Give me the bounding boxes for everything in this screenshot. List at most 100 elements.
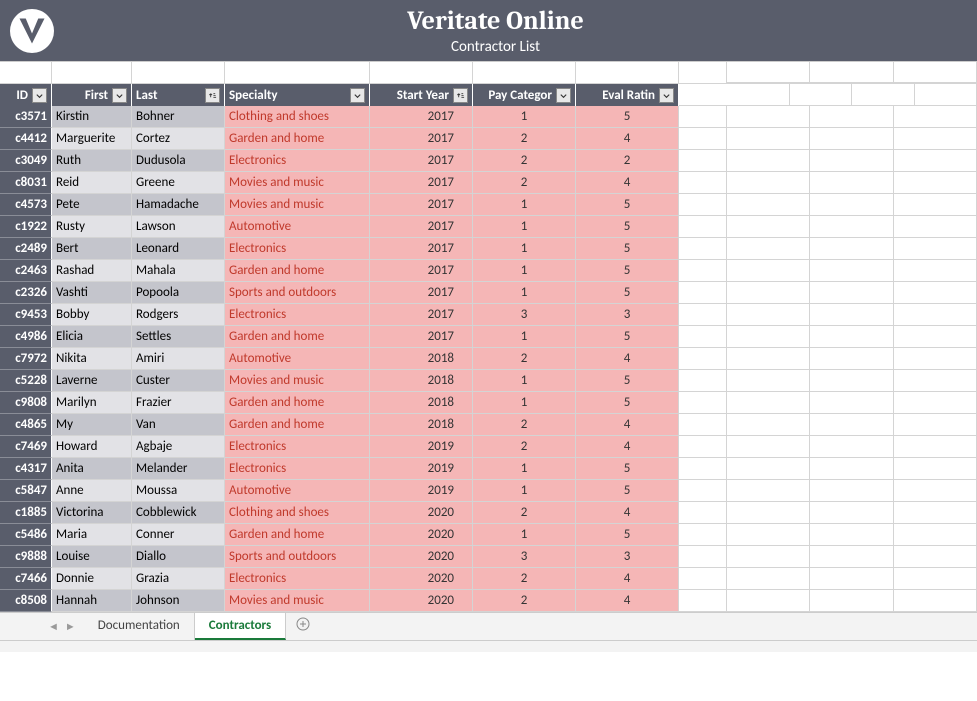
cell-last[interactable]: Van (132, 414, 225, 436)
cell-start-year[interactable]: 2019 (370, 436, 473, 458)
cell-start-year[interactable]: 2019 (370, 458, 473, 480)
cell-eval-rating[interactable]: 4 (576, 502, 679, 524)
cell-specialty[interactable]: Movies and music (225, 172, 370, 194)
table-row[interactable]: c9808MarilynFrazierGarden and home201815 (0, 392, 977, 414)
cell-first[interactable]: Elicia (52, 326, 132, 348)
empty-cell[interactable] (679, 502, 727, 524)
empty-cell[interactable] (679, 524, 727, 546)
cell-id[interactable]: c4986 (0, 326, 52, 348)
column-header-last[interactable]: Last (132, 84, 225, 106)
cell-specialty[interactable]: Garden and home (225, 392, 370, 414)
table-row[interactable]: c7466DonnieGraziaElectronics202024 (0, 568, 977, 590)
cell-last[interactable]: Rodgers (132, 304, 225, 326)
cell-id[interactable]: c9453 (0, 304, 52, 326)
cell-eval-rating[interactable]: 4 (576, 436, 679, 458)
spreadsheet-grid[interactable]: IDFirstLastSpecialtyStart YearPay Catego… (0, 62, 977, 612)
cell-start-year[interactable]: 2017 (370, 128, 473, 150)
cell-id[interactable]: c3049 (0, 150, 52, 172)
cell-start-year[interactable]: 2018 (370, 370, 473, 392)
cell-specialty[interactable]: Electronics (225, 436, 370, 458)
sheet-tab-contractors[interactable]: Contractors (195, 613, 286, 640)
cell-id[interactable]: c5228 (0, 370, 52, 392)
cell-id[interactable]: c5486 (0, 524, 52, 546)
cell-pay-category[interactable]: 1 (473, 282, 576, 304)
tab-nav-arrows[interactable]: ◄ ► (40, 620, 84, 633)
cell-pay-category[interactable]: 2 (473, 348, 576, 370)
cell-start-year[interactable]: 2020 (370, 590, 473, 612)
cell-id[interactable]: c3571 (0, 106, 52, 128)
empty-cell[interactable] (679, 436, 727, 458)
table-row[interactable]: c4412MargueriteCortezGarden and home2017… (0, 128, 977, 150)
prev-sheet-icon[interactable]: ◄ (48, 620, 59, 633)
cell-pay-category[interactable]: 1 (473, 194, 576, 216)
cell-specialty[interactable]: Clothing and shoes (225, 502, 370, 524)
cell-last[interactable]: Cobblewick (132, 502, 225, 524)
filter-dropdown-button[interactable] (453, 88, 468, 103)
cell-start-year[interactable]: 2020 (370, 502, 473, 524)
table-row[interactable]: c1885VictorinaCobblewickClothing and sho… (0, 502, 977, 524)
cell-start-year[interactable]: 2017 (370, 106, 473, 128)
cell-specialty[interactable]: Electronics (225, 568, 370, 590)
cell-eval-rating[interactable]: 5 (576, 524, 679, 546)
empty-cell[interactable] (679, 348, 727, 370)
cell-start-year[interactable]: 2019 (370, 480, 473, 502)
cell-first[interactable]: Kirstin (52, 106, 132, 128)
table-row[interactable]: c4317AnitaMelanderElectronics201915 (0, 458, 977, 480)
cell-specialty[interactable]: Sports and outdoors (225, 282, 370, 304)
cell-eval-rating[interactable]: 5 (576, 238, 679, 260)
cell-eval-rating[interactable]: 4 (576, 172, 679, 194)
cell-start-year[interactable]: 2020 (370, 546, 473, 568)
empty-cell[interactable] (679, 282, 727, 304)
cell-first[interactable]: Laverne (52, 370, 132, 392)
cell-first[interactable]: Marilyn (52, 392, 132, 414)
cell-id[interactable]: c4573 (0, 194, 52, 216)
cell-id[interactable]: c7466 (0, 568, 52, 590)
table-row[interactable]: c8508HannahJohnsonMovies and music202024 (0, 590, 977, 612)
cell-pay-category[interactable]: 3 (473, 304, 576, 326)
empty-cell[interactable] (679, 238, 727, 260)
cell-eval-rating[interactable]: 5 (576, 282, 679, 304)
cell-specialty[interactable]: Automotive (225, 216, 370, 238)
table-row[interactable]: c9453BobbyRodgersElectronics201733 (0, 304, 977, 326)
table-row[interactable]: c4986EliciaSettlesGarden and home201715 (0, 326, 977, 348)
cell-last[interactable]: Agbaje (132, 436, 225, 458)
empty-cell[interactable] (679, 260, 727, 282)
empty-cell[interactable] (679, 194, 727, 216)
table-row[interactable]: c8031ReidGreeneMovies and music201724 (0, 172, 977, 194)
table-row[interactable]: c2489BertLeonardElectronics201715 (0, 238, 977, 260)
cell-last[interactable]: Hamadache (132, 194, 225, 216)
cell-last[interactable]: Grazia (132, 568, 225, 590)
cell-eval-rating[interactable]: 3 (576, 304, 679, 326)
cell-pay-category[interactable]: 1 (473, 392, 576, 414)
empty-cell[interactable] (679, 480, 727, 502)
cell-first[interactable]: Anita (52, 458, 132, 480)
empty-cell[interactable] (679, 590, 727, 612)
cell-start-year[interactable]: 2017 (370, 260, 473, 282)
cell-first[interactable]: Ruth (52, 150, 132, 172)
column-header-first[interactable]: First (52, 84, 132, 106)
empty-cell[interactable] (679, 128, 727, 150)
empty-cell[interactable] (679, 150, 727, 172)
cell-first[interactable]: Rashad (52, 260, 132, 282)
cell-pay-category[interactable]: 3 (473, 546, 576, 568)
cell-eval-rating[interactable]: 5 (576, 326, 679, 348)
filter-dropdown-button[interactable] (205, 88, 220, 103)
cell-pay-category[interactable]: 2 (473, 436, 576, 458)
cell-id[interactable]: c2463 (0, 260, 52, 282)
cell-id[interactable]: c9888 (0, 546, 52, 568)
cell-eval-rating[interactable]: 4 (576, 568, 679, 590)
cell-specialty[interactable]: Movies and music (225, 370, 370, 392)
cell-pay-category[interactable]: 1 (473, 106, 576, 128)
cell-eval-rating[interactable]: 4 (576, 348, 679, 370)
cell-id[interactable]: c7972 (0, 348, 52, 370)
filter-dropdown-button[interactable] (32, 88, 47, 103)
cell-specialty[interactable]: Garden and home (225, 326, 370, 348)
cell-id[interactable]: c7469 (0, 436, 52, 458)
cell-pay-category[interactable]: 1 (473, 458, 576, 480)
cell-id[interactable]: c4865 (0, 414, 52, 436)
cell-first[interactable]: Reid (52, 172, 132, 194)
cell-first[interactable]: Hannah (52, 590, 132, 612)
cell-specialty[interactable]: Automotive (225, 348, 370, 370)
column-header-eval-rating[interactable]: Eval Ratin (576, 84, 679, 106)
cell-last[interactable]: Frazier (132, 392, 225, 414)
